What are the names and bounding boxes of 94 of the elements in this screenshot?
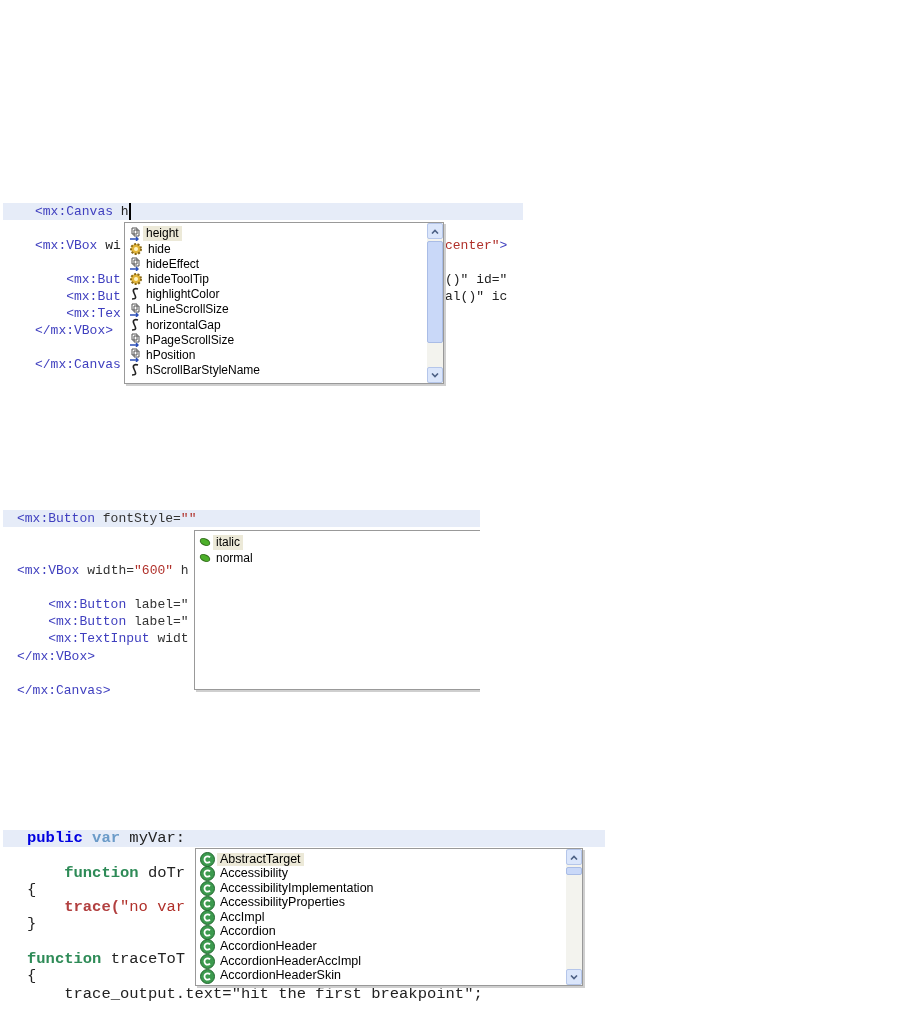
property-icon — [129, 226, 141, 241]
leaf-icon — [199, 553, 211, 563]
chevron-up-icon — [431, 228, 439, 234]
code-text: <mx:Button — [17, 510, 95, 528]
code-text: al()" ic — [445, 288, 508, 305]
code-text: } — [27, 916, 37, 934]
class-icon — [200, 866, 215, 882]
class-icon — [200, 939, 215, 955]
chevron-up-icon — [570, 854, 578, 860]
code-text: </mx:Canvas> — [17, 681, 111, 700]
scroll-down-button[interactable] — [566, 969, 582, 985]
chevron-down-icon — [570, 974, 578, 980]
code-text: </mx:VBox> — [17, 647, 95, 665]
code-text: > — [499, 237, 508, 254]
code-text: trace_output.text="hit the first breakpoint"; — [63, 985, 483, 1003]
scrollbar[interactable] — [427, 223, 443, 383]
suggestion-item[interactable]: highlightColor — [143, 287, 223, 302]
gear-icon — [129, 241, 143, 256]
suggestion-item[interactable]: height — [143, 226, 182, 241]
suggestion-item[interactable]: hide — [145, 241, 174, 256]
suggestion-item[interactable]: hPageScrollSize — [143, 332, 238, 347]
code-text: <mx:Canvas — [35, 203, 113, 220]
code-text: "" — [180, 510, 197, 528]
code-text: public — [27, 830, 83, 848]
code-text: <mx:VBox — [17, 561, 80, 579]
scroll-up-button[interactable] — [427, 223, 443, 239]
code-text: label=" — [133, 595, 189, 614]
code-text: "no var — [120, 899, 186, 917]
suggestion-item[interactable]: horizontalGap — [143, 317, 224, 332]
code-text: traceToT — [109, 951, 186, 969]
code-text: label=" — [133, 613, 189, 631]
suggestion-item[interactable]: AccessibilityProperties — [217, 896, 349, 910]
suggestion-item[interactable]: hPosition — [143, 348, 199, 363]
suggestion-item[interactable]: hScrollBarStyleName — [143, 363, 264, 378]
code-text: h — [119, 203, 129, 220]
suggestion-item[interactable]: normal — [213, 550, 256, 566]
style-icon — [129, 363, 141, 378]
code-text: <mx:Tex — [65, 305, 121, 322]
code-text: myVar: — [128, 830, 186, 848]
suggestion-item[interactable]: hideEffect — [143, 256, 203, 272]
scroll-up-button[interactable] — [566, 849, 582, 865]
code-text: "600" — [134, 561, 174, 579]
scroll-thumb[interactable] — [566, 867, 582, 875]
code-text: </mx:Canvas — [35, 356, 121, 373]
style-icon — [129, 317, 141, 332]
code-text: <mx:But — [65, 288, 121, 305]
code-text: width= — [86, 561, 135, 579]
property-icon — [129, 256, 141, 271]
code-text: <mx:VBox — [35, 237, 98, 254]
leaf-icon — [199, 537, 211, 547]
code-text: { — [27, 881, 37, 900]
code-text: center" — [445, 237, 500, 254]
code-text: var — [91, 830, 121, 848]
code-text: fontStyle= — [101, 510, 181, 528]
code-text: <mx:TextInput — [47, 630, 150, 648]
code-text: trace( — [63, 899, 120, 917]
property-icon — [129, 348, 141, 363]
class-icon — [200, 895, 215, 911]
property-icon — [129, 302, 141, 317]
suggestion-item[interactable]: Accordion — [217, 925, 279, 940]
code-text: wi — [104, 237, 121, 254]
scrollbar[interactable] — [566, 849, 582, 985]
class-icon — [200, 881, 215, 896]
code-text: <mx:But — [65, 271, 121, 288]
suggestion-item[interactable]: AbstractTarget — [217, 852, 304, 867]
chevron-down-icon — [431, 372, 439, 378]
class-icon — [200, 851, 215, 867]
suggestion-item[interactable]: Accessibility — [217, 867, 292, 881]
suggestion-item[interactable]: italic — [213, 534, 243, 550]
property-icon — [129, 332, 141, 347]
code-text: { — [27, 968, 37, 986]
code-text: function — [63, 864, 139, 882]
code-text: doTr — [146, 864, 186, 882]
suggestion-item[interactable]: AccessibilityImplementation — [217, 881, 377, 896]
code-text: function — [27, 951, 102, 969]
gear-icon — [129, 272, 143, 287]
style-icon — [129, 287, 141, 302]
suggestion-item[interactable]: AccordionHeaderSkin — [217, 969, 344, 983]
code-text: widt — [156, 630, 189, 648]
class-icon — [200, 910, 215, 926]
suggestion-item[interactable]: AccordionHeaderAccImpl — [217, 954, 365, 969]
code-text: </mx:VBox> — [35, 322, 113, 339]
code-text: <mx:Button — [47, 595, 127, 614]
suggestion-item[interactable]: hLineScrollSize — [143, 302, 232, 317]
scroll-down-button[interactable] — [427, 367, 443, 383]
suggestion-item[interactable]: AccordionHeader — [217, 940, 320, 954]
suggestion-item[interactable]: hideToolTip — [145, 272, 212, 287]
scroll-thumb[interactable] — [427, 241, 443, 343]
code-text: h — [179, 561, 189, 579]
suggestion-item[interactable]: AccImpl — [217, 910, 268, 925]
code-text: <mx:Button — [47, 613, 127, 631]
code-text: ()" id=" — [445, 271, 508, 288]
class-icon — [200, 924, 215, 940]
class-icon — [200, 953, 215, 969]
